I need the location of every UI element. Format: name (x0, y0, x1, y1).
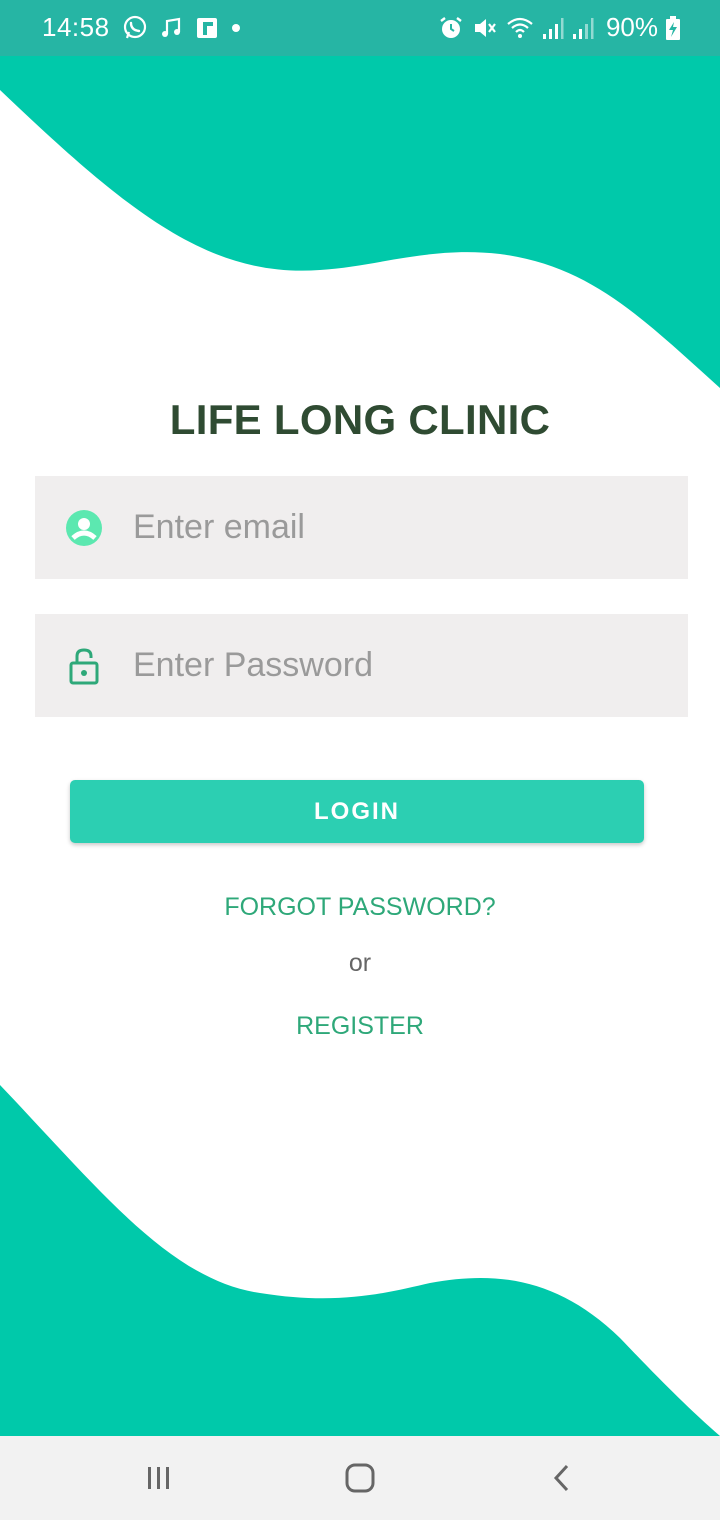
status-time: 14:58 (42, 12, 110, 42)
dot-icon (230, 22, 242, 34)
back-icon[interactable] (540, 1456, 584, 1500)
alarm-icon (438, 15, 464, 41)
password-input[interactable] (133, 646, 653, 685)
battery-percent: 90% (605, 12, 658, 42)
flipboard-icon (196, 17, 218, 39)
signal-icon (572, 16, 594, 40)
music-note-icon (160, 16, 184, 40)
status-bar: 14:58 90% (0, 0, 720, 56)
lock-open-icon (65, 647, 103, 685)
login-button[interactable]: LOGIN (70, 780, 644, 843)
bottom-wave-decoration (0, 1085, 720, 1440)
email-input[interactable] (133, 508, 653, 547)
wifi-icon (506, 15, 534, 41)
whatsapp-icon (122, 15, 148, 41)
status-right: 90% (430, 12, 680, 43)
forgot-password-link[interactable]: FORGOT PASSWORD? (0, 893, 720, 922)
battery-charging-icon (666, 15, 680, 40)
navigation-bar (0, 1436, 720, 1520)
top-wave-decoration (0, 56, 720, 388)
login-screen: 14:58 90% LIFE LONG CLINIC Enter email L… (0, 0, 720, 1520)
status-left: 14:58 (42, 12, 242, 43)
app-title: LIFE LONG CLINIC (169, 396, 551, 443)
account-circle-icon (65, 509, 103, 547)
home-icon[interactable] (338, 1456, 382, 1500)
password-field-container (35, 614, 688, 717)
mute-icon (472, 15, 498, 41)
email-field-container (35, 476, 688, 579)
signal-icon (542, 16, 564, 40)
register-link[interactable]: REGISTER (0, 1012, 720, 1041)
or-separator: or (348, 949, 372, 977)
recents-icon[interactable] (137, 1456, 181, 1500)
